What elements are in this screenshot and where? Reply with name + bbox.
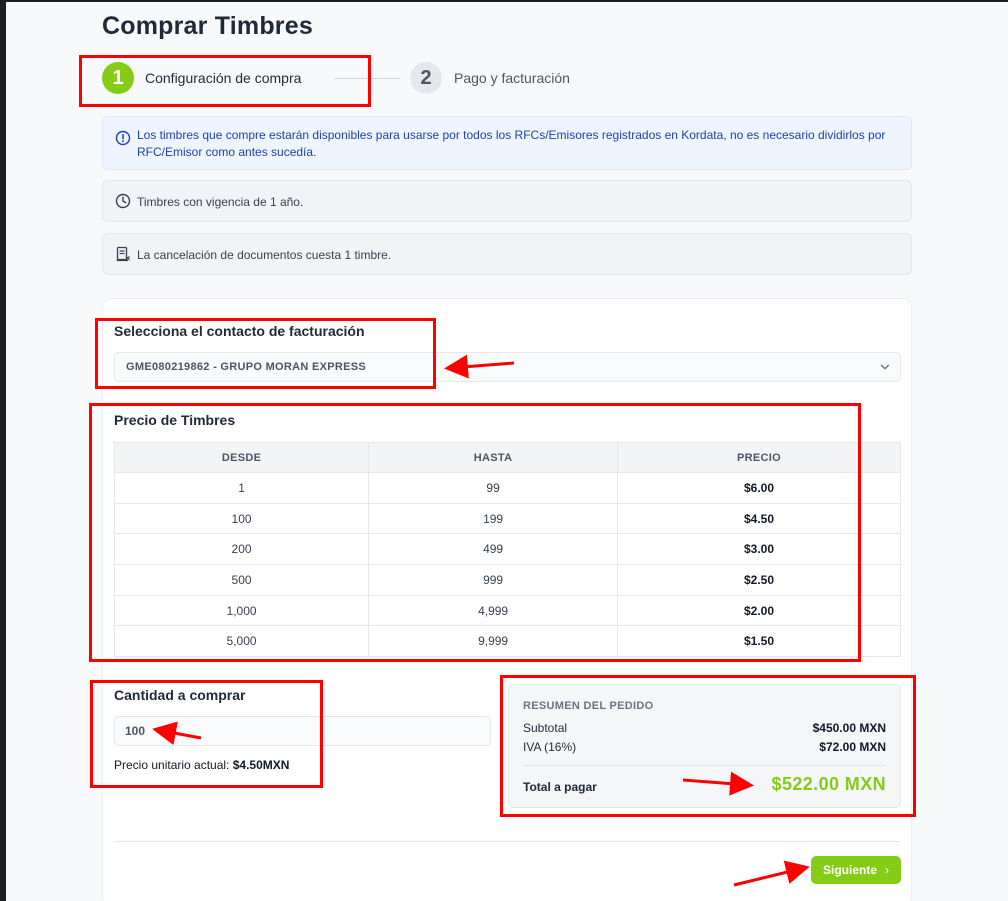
arrow-to-quantity-input [152, 721, 202, 746]
purchase-page: Comprar Timbres 1 Configuración de compr… [6, 2, 1008, 901]
arrow-to-next-button [733, 860, 810, 887]
annotation-arrows [152, 354, 810, 887]
arrow-to-total [682, 771, 754, 796]
arrow-to-billing-select [444, 354, 515, 379]
